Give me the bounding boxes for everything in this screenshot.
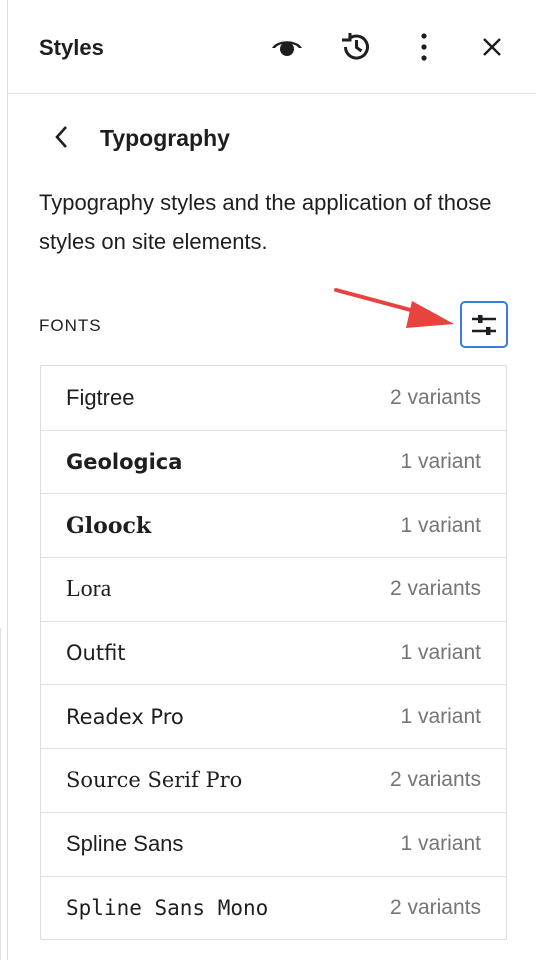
revisions-button[interactable] — [333, 25, 377, 69]
font-item-spline-sans[interactable]: Spline Sans 1 variant — [41, 811, 506, 876]
font-variant-count: 1 variant — [400, 641, 481, 665]
font-item-lora[interactable]: Lora 2 variants — [41, 557, 506, 621]
revisions-icon — [342, 33, 369, 60]
back-button[interactable] — [45, 121, 77, 153]
font-item-figtree[interactable]: Figtree 2 variants — [41, 366, 506, 430]
font-variant-count: 2 variants — [389, 385, 481, 409]
close-icon — [483, 38, 501, 56]
font-name: Spline Sans — [66, 831, 184, 857]
close-button[interactable] — [470, 25, 514, 69]
font-variant-count: 2 variants — [389, 577, 481, 601]
settings-sliders-icon — [472, 314, 496, 335]
more-options-button[interactable] — [402, 25, 446, 69]
page-title: Typography — [100, 125, 230, 151]
eye-icon — [272, 41, 302, 56]
typography-description: Typography styles and the application of… — [39, 190, 492, 254]
font-item-gloock[interactable]: Gloock 1 variant — [41, 493, 506, 557]
font-item-outfit[interactable]: Outfit 1 variant — [41, 620, 506, 685]
font-item-geologica[interactable]: Geologica 1 variant — [41, 429, 506, 494]
font-name: Geologica — [66, 450, 183, 475]
sidebar-header: Styles — [8, 0, 536, 94]
chevron-left-icon — [55, 126, 67, 148]
preview-button[interactable] — [265, 25, 309, 69]
sidebar-title: Styles — [39, 35, 104, 60]
font-item-spline-sans-mono[interactable]: Spline Sans Mono 2 variants — [41, 875, 506, 940]
font-name: Outfit — [66, 641, 126, 666]
font-item-source-serif-pro[interactable]: Source Serif Pro 2 variants — [41, 748, 506, 812]
background-divider — [0, 628, 1, 960]
font-variant-count: 1 variant — [400, 832, 481, 856]
navigator-row: Typography — [8, 115, 536, 159]
font-name: Lora — [66, 575, 112, 602]
font-name: Figtree — [66, 384, 135, 410]
font-name: Readex Pro — [66, 704, 184, 729]
styles-sidebar: Styles Typography Typography styles and … — [7, 0, 536, 960]
font-variant-count: 1 variant — [400, 704, 481, 728]
font-variant-count: 2 variants — [389, 768, 481, 792]
font-variant-count: 1 variant — [400, 450, 481, 474]
font-variant-count: 1 variant — [400, 513, 481, 537]
font-name: Source Serif Pro — [66, 768, 243, 793]
font-list: Figtree 2 variants Geologica 1 variant G… — [40, 365, 507, 941]
font-name: Gloock — [66, 512, 152, 539]
font-variant-count: 2 variants — [389, 895, 481, 919]
more-vertical-icon — [421, 33, 427, 61]
manage-fonts-button[interactable] — [460, 301, 508, 348]
fonts-heading: FONTS — [39, 316, 102, 335]
font-item-readex-pro[interactable]: Readex Pro 1 variant — [41, 684, 506, 748]
font-name: Spline Sans Mono — [66, 895, 269, 920]
